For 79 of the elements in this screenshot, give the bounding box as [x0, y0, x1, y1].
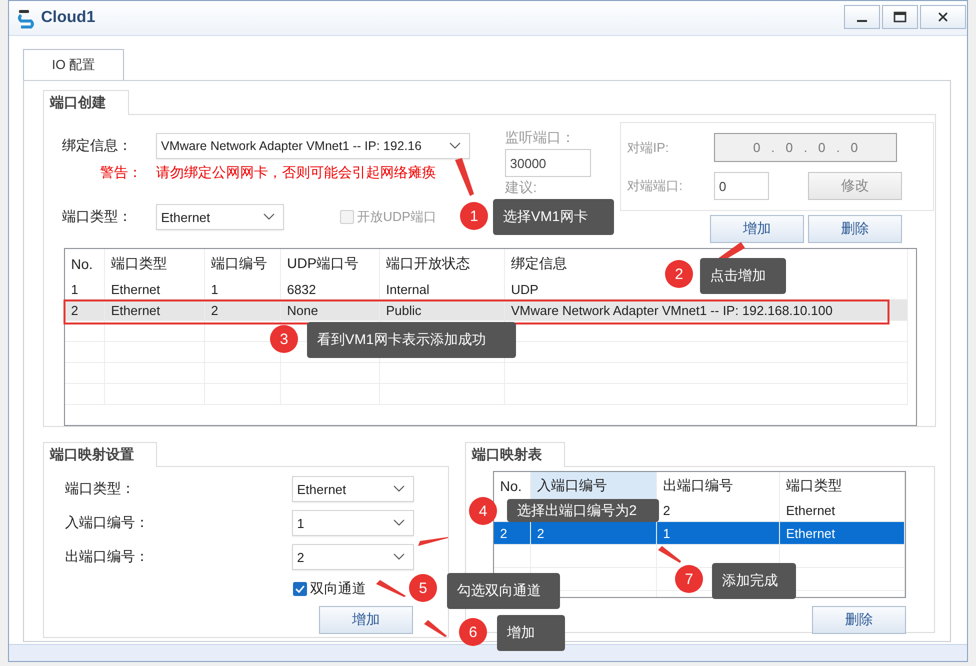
dropdown[interactable]: 2	[292, 544, 414, 570]
table-cell: Ethernet	[786, 502, 836, 518]
field-label: 入端口编号：	[65, 514, 150, 532]
table-cell: Ethernet	[105, 279, 205, 300]
field-label: 出端口编号：	[65, 548, 150, 566]
table-cell: VMware Network Adapter VMnet1 -- IP: 192.168.10.100	[505, 300, 908, 321]
delete-button[interactable]: 删除	[808, 215, 902, 243]
table-cell: 6832	[281, 279, 380, 300]
listen-port-field[interactable]: 30000	[505, 149, 591, 177]
table-cell: Ethernet	[105, 300, 205, 321]
field-label: 对端端口:	[627, 177, 684, 195]
callout-label: 选择VM1网卡	[493, 199, 614, 235]
delete-button[interactable]: 删除	[812, 606, 906, 634]
column-header[interactable]: UDP端口号	[281, 249, 380, 279]
callout-label: 勾选双向通道	[447, 573, 560, 609]
column-header[interactable]: 出端口编号	[657, 472, 780, 499]
add-button[interactable]: 增加	[710, 215, 804, 243]
group-title: 端口创建	[43, 90, 129, 115]
callout-label: 增加	[497, 615, 565, 651]
dropdown[interactable]: 1	[292, 510, 414, 536]
minimize-icon	[857, 20, 867, 22]
binding-dropdown[interactable]: VMware Network Adapter VMnet1 -- IP: 192.16	[156, 133, 470, 159]
checkbox[interactable]	[293, 582, 307, 596]
field-label: 端口类型：	[65, 480, 136, 498]
maximize-button[interactable]	[882, 5, 918, 29]
minimize-button[interactable]	[844, 5, 880, 29]
pointer-arrow	[418, 537, 448, 546]
column-header[interactable]: 端口类型	[780, 472, 905, 499]
chevron-icon	[393, 519, 405, 527]
group-title: 端口映射设置	[43, 442, 157, 467]
table-cell: 2	[65, 300, 105, 321]
chevron-icon	[263, 213, 275, 221]
table-cell: None	[281, 300, 380, 321]
callout-label: 看到VM1网卡表示添加成功	[307, 322, 516, 358]
table-cell: 2	[663, 502, 670, 518]
field-label: 端口类型：	[62, 208, 133, 226]
pointer-arrow	[376, 580, 406, 597]
pointer-arrow	[424, 620, 447, 637]
network-icon	[17, 7, 35, 29]
window-title: Cloud1	[41, 9, 96, 27]
callout-label: 添加完成	[712, 563, 796, 599]
table-row[interactable]: 2 Ethernet 2 None Public VMware Network Adapter VMnet1 -- IP: 192.168.10.100	[65, 300, 908, 321]
warning-label: 警告：	[99, 164, 143, 182]
column-header[interactable]: 端口编号	[205, 249, 281, 279]
add-button[interactable]: 增加	[319, 606, 413, 634]
callout-label: 选择出端口编号为2	[507, 499, 659, 522]
table-cell: 2	[537, 526, 544, 540]
field-label: 监听端口：	[505, 129, 575, 147]
table-cell: 2	[500, 526, 508, 540]
table-cell: Internal	[380, 279, 505, 300]
checkbox-label: 开放UDP端口	[357, 208, 436, 226]
pointer-arrow	[455, 158, 474, 196]
table-cell: 1	[205, 279, 281, 300]
table-row[interactable]: 2 2 1 Ethernet	[494, 522, 905, 545]
tab[interactable]: IO 配置	[23, 49, 124, 80]
field-label: 对端IP:	[627, 138, 670, 156]
column-header[interactable]: 端口开放状态	[380, 249, 505, 279]
column-header[interactable]: No.	[65, 249, 105, 279]
checkbox-label: 双向通道	[310, 580, 366, 598]
column-header[interactable]: 端口类型	[105, 249, 205, 279]
column-header[interactable]: 入端口编号	[531, 472, 657, 499]
field-label: 绑定信息：	[62, 137, 133, 155]
maximize-icon	[893, 11, 907, 23]
chevron-icon	[393, 485, 405, 493]
chevron-icon	[393, 553, 405, 561]
close-icon	[937, 11, 949, 23]
chevron-icon	[449, 142, 461, 150]
table-cell: 2	[205, 300, 281, 321]
close-button[interactable]	[920, 5, 966, 29]
field-label: 建议:	[505, 179, 537, 197]
table-cell: 1	[663, 526, 670, 540]
table-cell: 1	[65, 279, 105, 300]
group-title: 端口映射表	[465, 442, 565, 467]
table-cell: Ethernet	[786, 526, 836, 540]
warning-text: 请勿绑定公网网卡，否则可能会引起网络瘫痪	[156, 164, 436, 182]
dropdown[interactable]: Ethernet	[292, 476, 414, 502]
port-type-dropdown[interactable]: Ethernet	[156, 204, 284, 230]
table-cell: Public	[380, 300, 505, 321]
pointer-arrow	[658, 546, 681, 563]
